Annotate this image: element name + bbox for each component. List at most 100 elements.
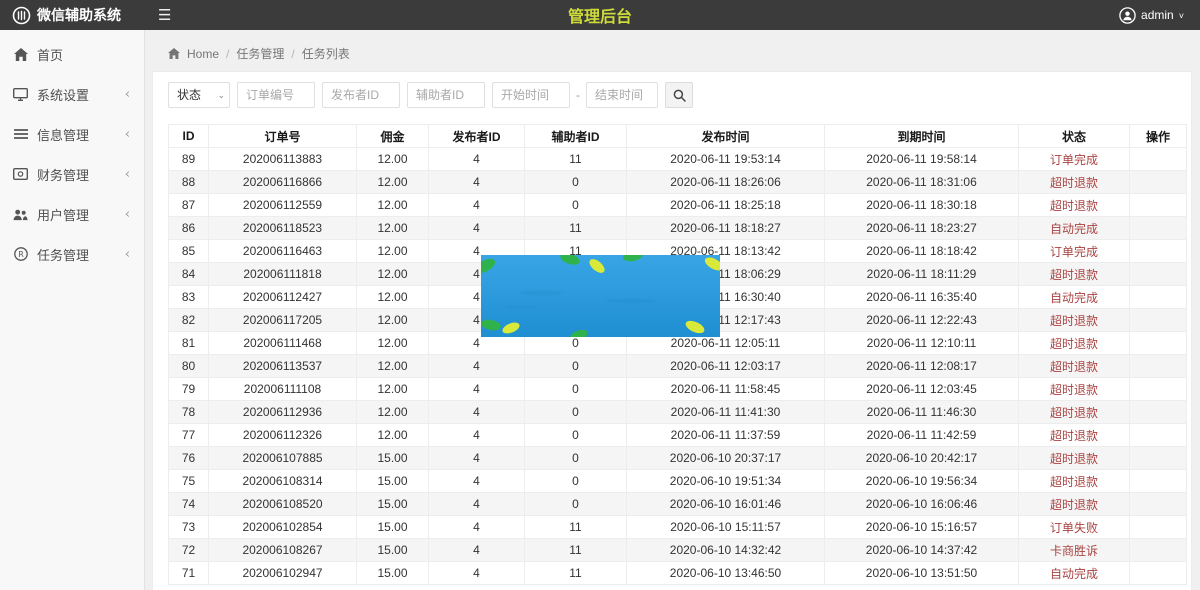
order-number-input[interactable] [237,82,315,108]
end-time-input[interactable] [586,82,658,108]
cell-op [1130,424,1187,447]
sidebar-item-finance-management[interactable]: 财务管理‹ [0,154,144,194]
username-label: admin [1141,8,1174,22]
cell-helper-id: 0 [525,401,627,424]
cell-expire-time: 2020-06-10 19:56:34 [825,470,1019,493]
column-header: 辅助者ID [525,125,627,148]
hamburger-menu-icon[interactable]: ☰ [158,8,171,23]
sidebar-item-label: 信息管理 [37,125,89,144]
cell-order-no: 202006112427 [209,286,357,309]
cell-id: 86 [169,217,209,240]
cell-publisher-id: 4 [429,424,525,447]
start-time-input[interactable] [492,82,570,108]
censored-image-overlay [481,255,720,337]
cell-status: 超时退款 [1019,309,1130,332]
status-select[interactable]: 状态 [168,82,230,108]
cell-id: 76 [169,447,209,470]
app-logo[interactable]: 微信辅助系统 [0,5,150,25]
cell-id: 78 [169,401,209,424]
cell-publisher-id: 4 [429,401,525,424]
cell-commission: 12.00 [357,194,429,217]
cell-commission: 12.00 [357,401,429,424]
cell-helper-id: 11 [525,217,627,240]
sidebar-item-home[interactable]: 首页 [0,34,144,74]
column-header: 状态 [1019,125,1130,148]
cell-status: 超时退款 [1019,332,1130,355]
cell-expire-time: 2020-06-11 18:18:42 [825,240,1019,263]
cell-publish-time: 2020-06-11 18:26:06 [627,171,825,194]
breadcrumb-task-list: 任务列表 [302,45,350,62]
cell-order-no: 202006116463 [209,240,357,263]
cell-op [1130,493,1187,516]
table-row: 7520200610831415.00402020-06-10 19:51:34… [169,470,1187,493]
admin-dropdown[interactable]: admin ˅ [1119,7,1200,24]
cell-expire-time: 2020-06-11 12:22:43 [825,309,1019,332]
cell-op [1130,309,1187,332]
sidebar-item-label: 用户管理 [37,205,89,224]
cell-commission: 15.00 [357,447,429,470]
helper-id-input[interactable] [407,82,485,108]
cell-expire-time: 2020-06-11 18:30:18 [825,194,1019,217]
chevron-left-icon: ‹ [125,87,130,102]
cell-status: 订单完成 [1019,240,1130,263]
cell-helper-id: 0 [525,355,627,378]
cell-order-no: 202006113537 [209,355,357,378]
desktop-icon [13,87,28,102]
publisher-id-input[interactable] [322,82,400,108]
cell-commission: 12.00 [357,171,429,194]
cell-order-no: 202006108267 [209,539,357,562]
cell-helper-id: 11 [525,539,627,562]
cell-id: 82 [169,309,209,332]
search-button[interactable] [665,82,693,108]
cell-commission: 15.00 [357,516,429,539]
breadcrumb-task-management[interactable]: 任务管理 [236,45,284,62]
table-row: 7220200610826715.004112020-06-10 14:32:4… [169,539,1187,562]
cell-order-no: 202006111108 [209,378,357,401]
cell-status: 订单失败 [1019,516,1130,539]
sidebar-item-info-management[interactable]: 信息管理 ‹ [0,114,144,154]
cell-op [1130,171,1187,194]
cell-helper-id: 0 [525,378,627,401]
table-row: 7120200610294715.004112020-06-10 13:46:5… [169,562,1187,585]
cell-id: 72 [169,539,209,562]
cell-order-no: 202006117205 [209,309,357,332]
cell-publisher-id: 4 [429,493,525,516]
cell-order-no: 202006107885 [209,447,357,470]
cell-id: 75 [169,470,209,493]
cell-id: 73 [169,516,209,539]
cell-order-no: 202006102854 [209,516,357,539]
breadcrumb-home[interactable]: Home [187,47,219,61]
sidebar-item-user-management[interactable]: 用户管理‹ [0,194,144,234]
cell-expire-time: 2020-06-10 14:37:42 [825,539,1019,562]
cell-publish-time: 2020-06-10 19:51:34 [627,470,825,493]
column-header: 发布时间 [627,125,825,148]
cell-commission: 12.00 [357,309,429,332]
cell-commission: 12.00 [357,148,429,171]
sidebar-item-system-settings[interactable]: 系统设置‹ [0,74,144,114]
cell-status: 超时退款 [1019,401,1130,424]
logo-seal-icon [12,6,31,25]
cell-expire-time: 2020-06-10 15:16:57 [825,516,1019,539]
cell-status: 超时退款 [1019,355,1130,378]
column-header: 发布者ID [429,125,525,148]
cell-commission: 12.00 [357,263,429,286]
column-header: 佣金 [357,125,429,148]
column-header: 订单号 [209,125,357,148]
cell-order-no: 202006111468 [209,332,357,355]
cell-publisher-id: 4 [429,447,525,470]
cell-helper-id: 0 [525,493,627,516]
cell-status: 超时退款 [1019,470,1130,493]
chevron-left-icon: ‹ [125,127,130,142]
table-row: 8020200611353712.00402020-06-11 12:03:17… [169,355,1187,378]
home-icon [13,47,28,62]
page-title: 管理后台 [300,3,900,27]
cell-expire-time: 2020-06-11 11:46:30 [825,401,1019,424]
cell-expire-time: 2020-06-11 18:11:29 [825,263,1019,286]
cell-id: 89 [169,148,209,171]
cell-publish-time: 2020-06-11 12:03:17 [627,355,825,378]
cell-publish-time: 2020-06-11 11:58:45 [627,378,825,401]
sidebar-item-task-management[interactable]: R任务管理‹ [0,234,144,274]
sidebar-item-label: 财务管理 [37,165,89,184]
cell-order-no: 202006112559 [209,194,357,217]
finance-icon [13,167,28,182]
